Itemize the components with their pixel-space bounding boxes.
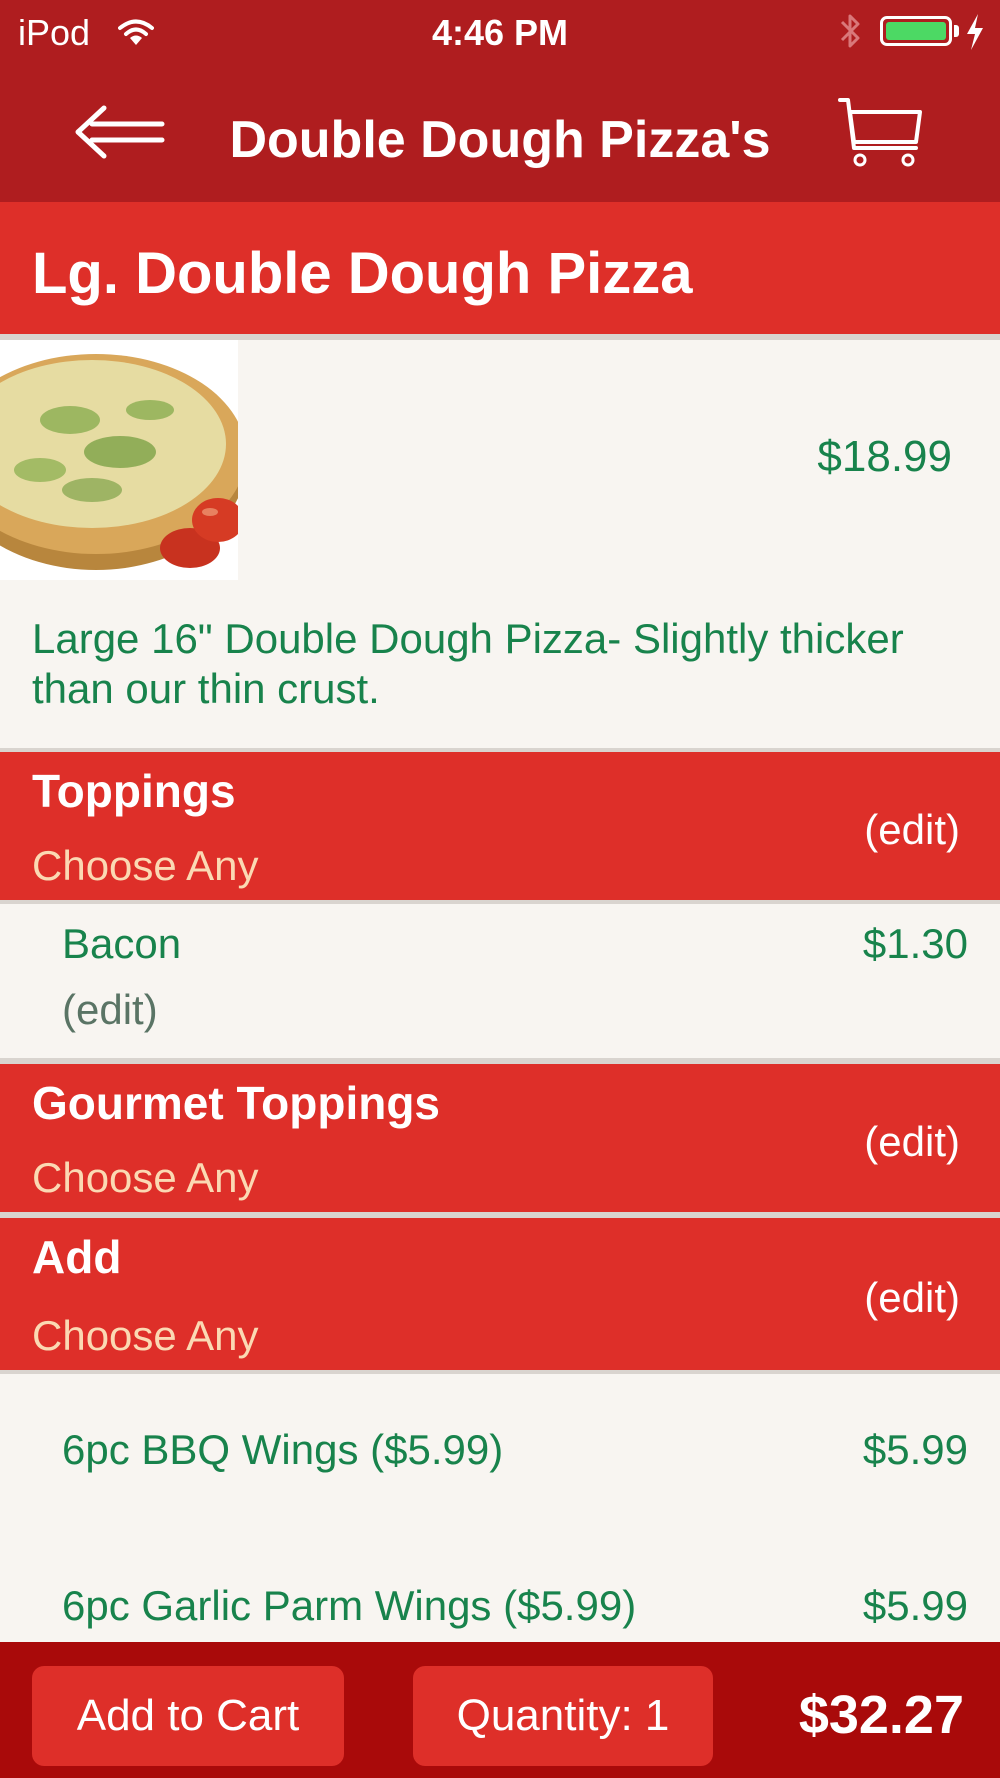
- add-to-cart-button[interactable]: Add to Cart: [32, 1666, 344, 1766]
- group-subtitle: Choose Any: [32, 1154, 259, 1201]
- group-edit-link[interactable]: (edit): [864, 1118, 960, 1166]
- battery-icon: [880, 16, 952, 46]
- group-title: Toppings: [32, 765, 236, 817]
- group-header-add[interactable]: Add Choose Any (edit): [0, 1218, 1000, 1370]
- option-name: Bacon: [62, 920, 182, 967]
- item-name: Lg. Double Dough Pizza: [32, 241, 693, 306]
- option-name[interactable]: 6pc BBQ Wings ($5.99): [62, 1426, 503, 1474]
- option-price: $5.99: [862, 1426, 968, 1473]
- option-name[interactable]: 6pc Garlic Parm Wings ($5.99): [62, 1582, 636, 1630]
- quantity-button[interactable]: Quantity: 1: [413, 1666, 713, 1766]
- battery-tip: [954, 25, 959, 37]
- group-title: Add: [32, 1231, 122, 1283]
- charging-icon: [964, 12, 986, 61]
- nav-bar: Double Dough Pizza's: [0, 64, 1000, 202]
- group-title: Gourmet Toppings: [32, 1077, 441, 1129]
- option-price: $5.99: [862, 1582, 968, 1629]
- item-description: Large 16" Double Dough Pizza- Slightly t…: [32, 615, 904, 712]
- group-subtitle: Choose Any: [32, 1312, 259, 1359]
- add-selection-list: 6pc BBQ Wings ($5.99) $5.99 6pc Garlic P…: [0, 1374, 1000, 1642]
- group-header-gourmet-toppings[interactable]: Gourmet Toppings Choose Any (edit): [0, 1064, 1000, 1212]
- bluetooth-icon: [836, 10, 864, 61]
- pizza-photo: [0, 340, 246, 580]
- group-edit-link[interactable]: (edit): [864, 1274, 960, 1322]
- order-total: $32.27: [798, 1685, 964, 1745]
- option-edit-link[interactable]: (edit): [62, 986, 158, 1034]
- shopping-cart-icon[interactable]: [836, 94, 926, 175]
- item-card: $18.99 Large 16" Double Dough Pizza- Sli…: [0, 340, 1000, 748]
- list-item-selected-topping[interactable]: Bacon $1.30 (edit): [0, 904, 1000, 1058]
- bottom-bar: Add to Cart Quantity: 1 $32.27: [0, 1642, 1000, 1778]
- group-edit-link[interactable]: (edit): [864, 806, 960, 854]
- group-subtitle: Choose Any: [32, 842, 259, 889]
- status-bar: iPod 4:46 PM: [0, 0, 1000, 64]
- item-header: Lg. Double Dough Pizza: [0, 202, 1000, 334]
- group-header-toppings[interactable]: Toppings Choose Any (edit): [0, 752, 1000, 900]
- option-price: $1.30: [862, 920, 968, 967]
- item-price: $18.99: [817, 432, 952, 481]
